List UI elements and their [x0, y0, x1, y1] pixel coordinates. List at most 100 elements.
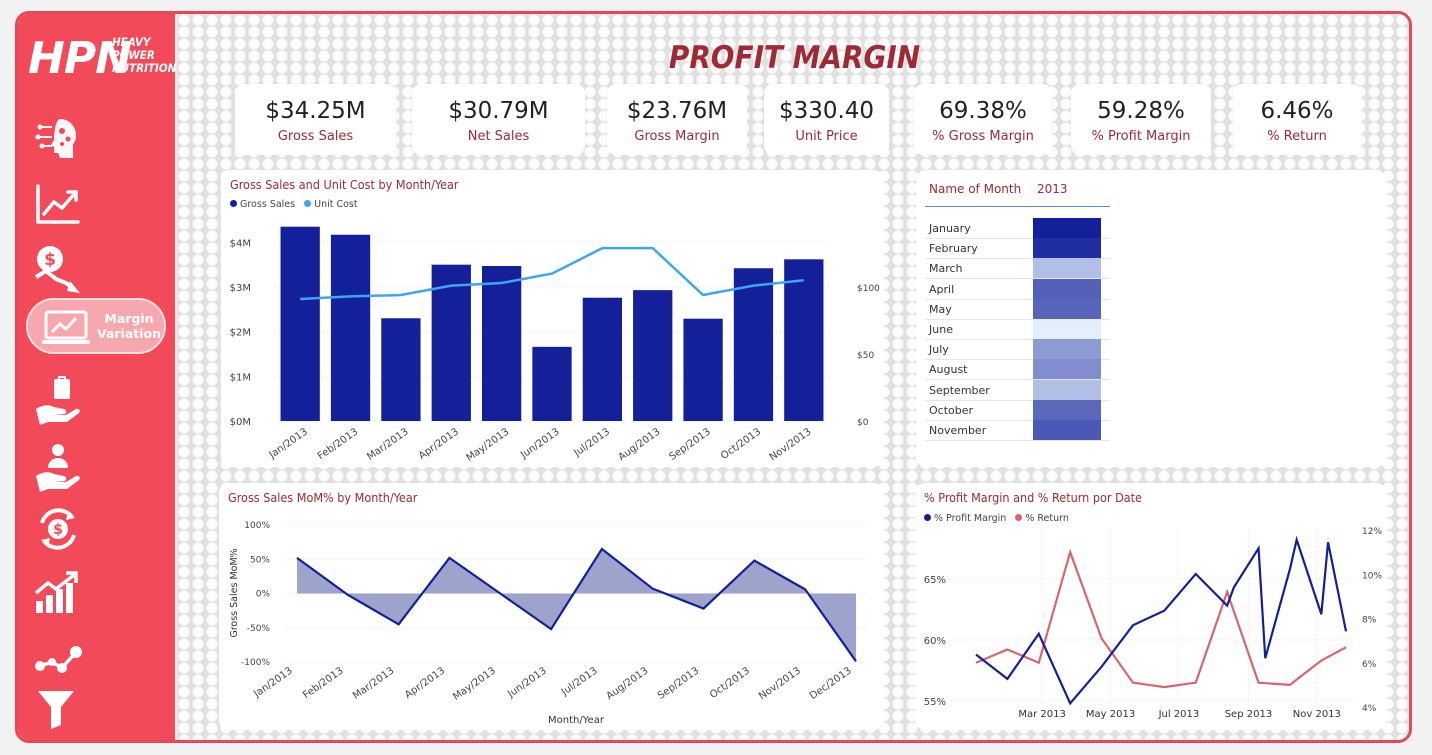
x-tick-label: Oct/2013 [708, 665, 752, 700]
y-tick-label: $0M [230, 417, 251, 428]
main-canvas: PROFIT MARGIN $34.25M Gross Sales $30.79… [177, 14, 1409, 740]
sidebar-item-bar-growth[interactable] [18, 561, 175, 617]
table-row[interactable]: June [925, 319, 1110, 340]
sidebar-item-trend[interactable] [18, 172, 175, 228]
mom-area [297, 548, 856, 662]
x-tick-label: Jun/2013 [505, 665, 549, 700]
y2-tick-label: 6% [1362, 660, 1377, 670]
logo-text: HEAVY POWER NUTRITION [112, 36, 176, 75]
month-name: January [929, 222, 971, 235]
sidebar-item-ai[interactable] [18, 107, 175, 163]
sidebar-item-label: Margin Variation [96, 311, 162, 341]
kpi-label: Unit Price [795, 129, 858, 144]
heat-cell [1033, 319, 1101, 339]
sidebar-item-hand-person[interactable] [18, 434, 175, 492]
month-heat-table[interactable]: Name of Month 2013 January February March A… [916, 170, 1386, 467]
y2-tick-label: 8% [1362, 616, 1377, 626]
x-tick-label: Jun/2013 [518, 426, 562, 461]
sidebar-item-margin-variation[interactable]: Margin Variation [26, 298, 166, 354]
x-tick-label: Jul/2013 [559, 665, 600, 698]
table-row[interactable]: November [925, 420, 1110, 441]
kpi-card[interactable]: 59.28% % Profit Margin [1071, 84, 1211, 155]
table-row[interactable]: May [925, 298, 1110, 320]
sidebar-item-money-down[interactable]: $ [18, 235, 175, 293]
kpi-label: % Profit Margin [1091, 129, 1191, 144]
month-name: May [929, 302, 952, 316]
month-name: November [929, 424, 987, 437]
heat-cell [1033, 379, 1101, 400]
return-line [975, 548, 1347, 689]
x-tick-label: Apr/2013 [417, 426, 461, 461]
table-header: Name of Month 2013 [925, 180, 1110, 207]
x-tick-label: Apr/2013 [403, 665, 447, 700]
table-row[interactable]: April [925, 278, 1110, 300]
bar [481, 266, 522, 421]
gross-sales-unit-cost-chart[interactable]: Gross Sales and Unit Cost by Month/Year … [221, 170, 883, 467]
y-tick-label: $4M [230, 238, 251, 249]
month-name: September [929, 383, 990, 397]
brand-logo[interactable]: HPN HEAVY POWER NUTRITION [28, 32, 176, 88]
month-name: April [929, 282, 955, 296]
sidebar-item-hand-bag[interactable] [18, 369, 175, 425]
svg-text:$: $ [53, 522, 63, 538]
sidebar-item-dollar-cycle[interactable]: $ [18, 497, 175, 553]
table-row[interactable]: August [925, 359, 1110, 381]
column-header-month[interactable]: Name of Month [929, 182, 1021, 196]
x-tick-label: Nov 2013 [1293, 709, 1341, 720]
x-tick-label: Sep/2013 [667, 426, 712, 462]
sidebar-item-filter[interactable] [18, 677, 175, 733]
hand-person-icon [36, 444, 80, 492]
table-row[interactable]: September [925, 379, 1110, 401]
kpi-card[interactable]: $34.25M Gross Sales [235, 84, 396, 155]
x-tick-label: Nov/2013 [757, 665, 803, 702]
dollar-cycle-icon: $ [40, 508, 76, 550]
x-tick-label: Jan/2013 [251, 665, 294, 700]
month-name: August [929, 363, 968, 377]
month-name: July [929, 343, 949, 357]
x-tick-label: Jul/2013 [571, 426, 612, 459]
table-row[interactable]: July [925, 339, 1110, 361]
chart3-plot: 55% 60% 65% 4% 6% 8% 10% 12% Mar 2013 May 2013 Jul… [924, 527, 1383, 720]
kpi-card[interactable]: $30.79M Net Sales [412, 84, 585, 155]
x-tick-label: Jul 2013 [1158, 709, 1200, 720]
table-row[interactable]: October [925, 399, 1110, 421]
y-tick-label: $3M [230, 283, 251, 294]
bar [280, 226, 320, 421]
kpi-card[interactable]: $330.40 Unit Price [764, 84, 889, 155]
x-tick-label: Dec/2013 [808, 665, 854, 702]
bar [633, 290, 673, 421]
kpi-card[interactable]: 6.46% % Return [1233, 84, 1361, 155]
table-row[interactable]: February [925, 238, 1110, 260]
kpi-label: Gross Sales [277, 129, 354, 144]
x-tick-label: Jan/2013 [267, 426, 310, 461]
kpi-card[interactable]: $23.76M Gross Margin [607, 84, 747, 155]
y2-tick-label: $50 [857, 351, 874, 361]
profit-margin-return-chart[interactable]: % Profit Margin and % Return por Date % … [915, 483, 1386, 730]
kpi-label: Gross Margin [634, 129, 720, 144]
table-row[interactable]: January [925, 218, 1110, 239]
kpi-value: 6.46% [1260, 98, 1334, 124]
page-title: PROFIT MARGIN [668, 40, 921, 76]
dashboard-frame: HPN HEAVY POWER NUTRITION $ Margin Varia… [15, 11, 1412, 743]
kpi-value: $34.25M [265, 98, 366, 124]
table-row[interactable]: March [925, 258, 1110, 280]
margin-variation-icon [42, 310, 90, 344]
kpi-label: % Return [1267, 129, 1327, 144]
sidebar: HPN HEAVY POWER NUTRITION $ Margin Varia… [18, 14, 176, 740]
month-name: June [929, 323, 953, 336]
kpi-value: $330.40 [778, 98, 875, 124]
sidebar-item-scatter-line[interactable] [18, 624, 175, 680]
bar [532, 346, 572, 421]
y2-tick-label: 12% [1362, 527, 1382, 537]
x-axis-label: Month/Year [548, 715, 605, 726]
y-tick-label: 50% [250, 555, 270, 565]
y2-tick-label: $0 [857, 418, 869, 428]
month-name: March [929, 262, 963, 276]
x-tick-label: Mar 2013 [1018, 709, 1066, 720]
column-header-year[interactable]: 2013 [1037, 182, 1068, 196]
y-tick-label: 0% [256, 590, 271, 600]
y-tick-label: $1M [230, 372, 251, 383]
bar [330, 234, 371, 421]
kpi-card[interactable]: 69.38% % Gross Margin [914, 84, 1052, 155]
gross-sales-mom-chart[interactable]: Gross Sales MoM% by Month/Year -100% -50%… [219, 483, 883, 730]
